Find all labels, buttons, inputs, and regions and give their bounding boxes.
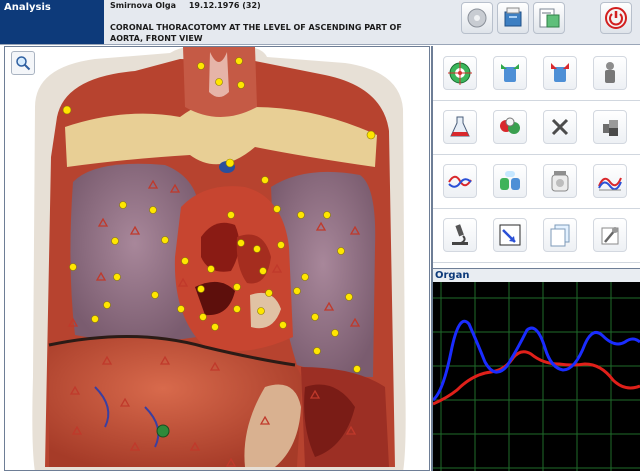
magnifier-icon bbox=[16, 56, 31, 71]
target-tool-button[interactable] bbox=[443, 56, 477, 90]
tool-panel bbox=[433, 46, 640, 266]
cells-icon bbox=[500, 117, 520, 134]
organ-series-red bbox=[432, 350, 640, 406]
tool-row-2 bbox=[433, 100, 640, 155]
wave-icon bbox=[448, 175, 472, 188]
top-header: Analysis Smirnova Olga 19.12.1976 (32) C… bbox=[0, 0, 640, 45]
close-x-icon bbox=[551, 118, 569, 136]
patient-dob: 19.12.1976 (32) bbox=[188, 1, 261, 10]
thorax-section-image bbox=[32, 47, 406, 470]
anatomy-image-panel bbox=[4, 46, 430, 471]
pages-icon bbox=[550, 224, 570, 247]
database-icon bbox=[504, 7, 522, 27]
cubes-icon bbox=[603, 120, 618, 136]
jar-tool-button[interactable] bbox=[543, 164, 577, 198]
organ-blue-red-icon bbox=[551, 63, 569, 82]
organ-graph-canvas bbox=[431, 282, 640, 471]
organ-green-tool-button[interactable] bbox=[493, 56, 527, 90]
grey-figure-tool-button[interactable] bbox=[593, 56, 627, 90]
organ-series-blue bbox=[431, 319, 640, 402]
tools-icon bbox=[601, 227, 619, 245]
report-button[interactable] bbox=[533, 2, 565, 34]
report-icon bbox=[539, 8, 560, 28]
spectrum-tool-button[interactable] bbox=[593, 164, 627, 198]
view-title: CORONAL THORACOTOMY AT THE LEVEL OF ASCE… bbox=[110, 23, 402, 43]
flask-tool-button[interactable] bbox=[443, 110, 477, 144]
tool-row-4 bbox=[433, 208, 640, 263]
patient-name: Smirnova Olga bbox=[110, 1, 177, 10]
disc-icon bbox=[467, 8, 487, 28]
disc-button[interactable] bbox=[461, 2, 493, 34]
cubes-tool-button[interactable] bbox=[593, 110, 627, 144]
spectrum-icon bbox=[598, 177, 622, 191]
tool-row-3 bbox=[433, 154, 640, 209]
close-tool-button[interactable] bbox=[543, 110, 577, 144]
zoom-button[interactable] bbox=[11, 51, 35, 75]
capsules-tool-button[interactable] bbox=[493, 164, 527, 198]
database-button[interactable] bbox=[497, 2, 529, 34]
chart-arrow-tool-button[interactable] bbox=[493, 218, 527, 252]
patient-info: Smirnova Olga 19.12.1976 (32) bbox=[110, 1, 271, 10]
organ-green-icon bbox=[501, 64, 519, 82]
microscope-icon bbox=[452, 224, 468, 245]
power-button[interactable] bbox=[600, 2, 632, 34]
organ-red-tool-button[interactable] bbox=[543, 56, 577, 90]
section-tab-analysis[interactable]: Analysis bbox=[0, 0, 104, 44]
target-icon bbox=[448, 61, 472, 85]
organ-graph bbox=[431, 282, 640, 471]
wave-tool-button[interactable] bbox=[443, 164, 477, 198]
grey-figure-icon bbox=[605, 62, 615, 83]
jar-icon bbox=[551, 171, 569, 192]
microscope-tool-button[interactable] bbox=[443, 218, 477, 252]
tools-tool-button[interactable] bbox=[593, 218, 627, 252]
chart-arrow-icon bbox=[499, 224, 521, 246]
organ-panel-title: Organ bbox=[433, 268, 640, 282]
pages-tool-button[interactable] bbox=[543, 218, 577, 252]
cells-tool-button[interactable] bbox=[493, 110, 527, 144]
flask-icon bbox=[450, 116, 470, 137]
capsules-icon bbox=[500, 171, 520, 190]
tool-row-1 bbox=[433, 46, 640, 101]
power-icon bbox=[605, 7, 627, 29]
